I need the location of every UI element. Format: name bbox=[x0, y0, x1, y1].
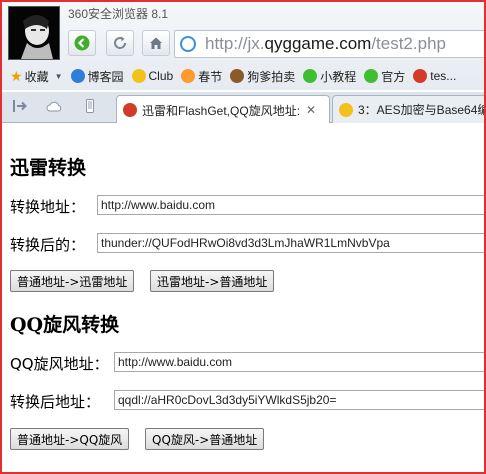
dog-icon bbox=[230, 69, 245, 83]
thunder-heading: 迅雷转换 bbox=[10, 157, 87, 179]
bookmark-festival[interactable]: 春节 bbox=[181, 68, 222, 85]
bookmark-label: Club bbox=[148, 69, 174, 83]
to-qq-button[interactable]: 普通地址->QQ旋风 bbox=[10, 428, 130, 450]
thunder-result-label: 转换后的： bbox=[10, 236, 86, 254]
bookmark-label: 博客园 bbox=[87, 69, 124, 84]
tab-label: 迅雷和FlashGet,QQ旋风地址: bbox=[142, 103, 301, 118]
cloud-icon[interactable] bbox=[46, 99, 62, 113]
cnblogs-icon bbox=[70, 69, 85, 83]
close-tab-icon[interactable]: ✕ bbox=[306, 103, 316, 117]
qq-result-input[interactable] bbox=[114, 390, 484, 410]
bookmark-test[interactable]: tes... bbox=[413, 69, 456, 83]
festival-icon bbox=[181, 69, 196, 83]
club-icon bbox=[131, 69, 146, 83]
thunder-to-normal-button[interactable]: 迅雷地址->普通地址 bbox=[150, 270, 275, 292]
bookmark-label: 小教程 bbox=[320, 69, 357, 84]
wechat-icon bbox=[364, 69, 379, 83]
home-button[interactable] bbox=[142, 30, 170, 56]
qq-heading: QQ旋风转换 bbox=[10, 314, 120, 336]
back-button[interactable] bbox=[68, 30, 96, 56]
phone-icon[interactable] bbox=[82, 99, 98, 113]
url-host: qyggame.com bbox=[264, 34, 372, 53]
qq-to-normal-button[interactable]: QQ旋风->普通地址 bbox=[145, 428, 265, 450]
home-icon bbox=[150, 37, 162, 49]
tab-aes-base64[interactable]: 3：AES加密与Base64编 bbox=[332, 95, 486, 123]
bookmark-label: 官方 bbox=[381, 69, 406, 84]
refresh-icon bbox=[114, 36, 127, 49]
app-title: 360安全浏览器 8.1 bbox=[68, 7, 169, 21]
page-content: 迅雷转换 转换地址： 转换后的： 普通地址->迅雷地址 迅雷地址->普通地址 Q… bbox=[2, 123, 484, 472]
refresh-button[interactable] bbox=[106, 30, 134, 56]
url-path: /test2.php bbox=[371, 34, 446, 53]
bookmark-auction[interactable]: 狗爹拍卖 bbox=[230, 68, 295, 85]
globe-icon bbox=[180, 36, 196, 52]
site-favicon-icon bbox=[123, 103, 137, 117]
sidebar-toggle-icon[interactable] bbox=[12, 99, 28, 113]
chevron-down-icon: ▼ bbox=[54, 71, 63, 81]
url-prefix: http://jx. bbox=[205, 34, 265, 53]
tab-strip: 迅雷和FlashGet,QQ旋风地址: ✕ 3：AES加密与Base64编 bbox=[2, 92, 486, 124]
bookmark-cnblogs[interactable]: 博客园 bbox=[70, 68, 124, 85]
site-favicon-icon bbox=[339, 102, 353, 117]
wechat-icon bbox=[303, 69, 318, 83]
to-thunder-button[interactable]: 普通地址->迅雷地址 bbox=[10, 270, 135, 292]
bookmark-official[interactable]: 官方 bbox=[364, 68, 405, 85]
tab-thunder-converter[interactable]: 迅雷和FlashGet,QQ旋风地址: ✕ bbox=[116, 95, 330, 124]
bookmark-tutorial[interactable]: 小教程 bbox=[303, 68, 356, 85]
browser-chrome: 360安全浏览器 8.1 http://jx.qyggame.com/test2… bbox=[2, 2, 484, 90]
bookmark-label: tes... bbox=[430, 69, 457, 83]
bookmarks-bar: ★ 收藏 ▼ 博客园 Club 春节 狗爹拍卖 小教程 官方 tes... bbox=[2, 64, 484, 88]
bookmark-label: 收藏 bbox=[24, 69, 49, 84]
browser-window: 360安全浏览器 8.1 http://jx.qyggame.com/test2… bbox=[0, 0, 486, 474]
qq-result-label: 转换后地址： bbox=[10, 393, 101, 411]
tab-label: 3：AES加密与Base64编 bbox=[358, 103, 486, 117]
back-arrow-icon bbox=[74, 35, 90, 51]
url-text[interactable]: http://jx.qyggame.com/test2.php bbox=[205, 34, 446, 54]
address-bar[interactable]: http://jx.qyggame.com/test2.php bbox=[174, 30, 484, 58]
thunder-address-label: 转换地址： bbox=[10, 198, 86, 216]
profile-picture bbox=[9, 7, 59, 59]
bookmark-favorites[interactable]: ★ 收藏 ▼ bbox=[10, 68, 63, 85]
site-icon bbox=[413, 69, 428, 83]
thunder-result-input[interactable] bbox=[97, 233, 484, 253]
avatar[interactable] bbox=[8, 6, 60, 60]
bookmark-club[interactable]: Club bbox=[131, 69, 174, 83]
bookmark-label: 春节 bbox=[198, 69, 223, 84]
thunder-address-input[interactable] bbox=[97, 195, 484, 215]
star-icon: ★ bbox=[10, 67, 23, 84]
qq-address-input[interactable] bbox=[114, 352, 484, 372]
qq-address-label: QQ旋风地址： bbox=[10, 355, 109, 373]
bookmark-label: 狗爹拍卖 bbox=[247, 69, 296, 84]
